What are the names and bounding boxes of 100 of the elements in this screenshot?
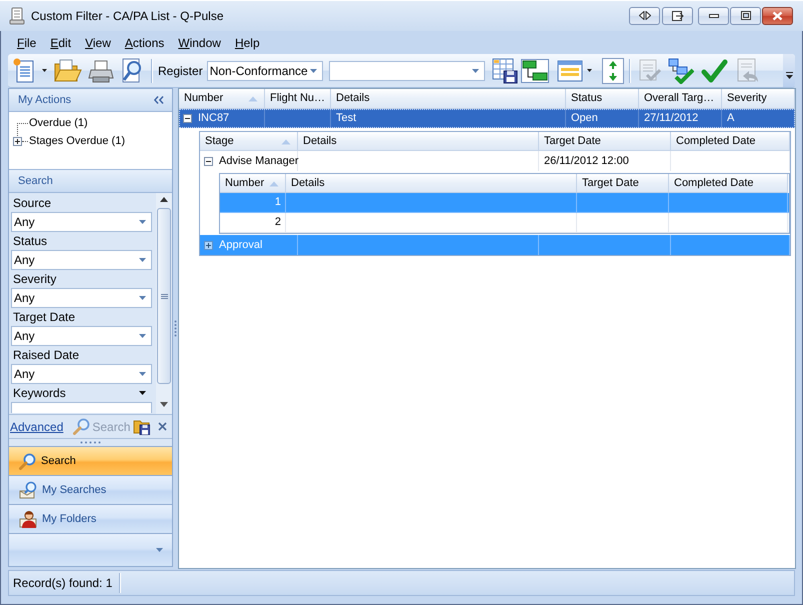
maximize-button[interactable] [730,6,761,24]
dropdown[interactable]: Any [11,250,152,270]
column-header[interactable]: Details [331,89,566,109]
panel-title: My Actions [18,92,72,108]
dropdown-arrow-icon [139,220,146,224]
menu-item[interactable]: File [10,34,44,52]
dropdown-arrow-icon [139,296,146,300]
menu-item[interactable]: Actions [118,34,172,52]
caret-icon[interactable] [586,69,592,72]
navigation-button[interactable]: My Searches [9,475,172,504]
table-cell-text: 27/11/2012 [644,111,698,126]
column-header[interactable]: Details [286,174,577,193]
column-header[interactable]: Target Date [577,174,669,193]
table-cell-text: Test [336,111,356,126]
panel-title: Search [18,174,53,189]
caret-icon[interactable] [139,391,146,395]
status-text: Record(s) found: 1 [13,575,112,592]
vertical-grip-icon[interactable] [174,320,177,337]
dropdown[interactable]: Any [11,288,152,308]
field-label: Source [13,195,52,212]
register-dropdown[interactable]: Non-Conformance [206,60,323,80]
minimize-icon [708,14,718,18]
flowchart-check-icon[interactable] [668,58,694,84]
tree-item[interactable]: Overdue (1) [29,114,88,132]
field-label: Raised Date [13,347,80,364]
close-icon [772,10,783,20]
dropdown-arrow-icon [139,372,146,376]
column-header[interactable]: Target Date [539,132,671,151]
split-view-button[interactable] [629,6,660,24]
collapse-chevron-icon[interactable] [154,96,164,104]
window-arrow-button[interactable] [662,6,693,24]
sort-ascending-icon [269,181,279,187]
sort-ascending-icon [248,96,258,102]
overflow-icon [786,72,792,79]
document-icon [9,6,25,24]
column-header[interactable]: Status [566,89,639,109]
column-header[interactable]: Overall Targ… [639,89,722,109]
menu-item[interactable]: Window [171,34,228,52]
hierarchy-icon[interactable] [520,58,549,82]
arrows-left-right-icon [638,11,650,20]
tree-item[interactable]: Stages Overdue (1) [29,132,125,150]
column-header[interactable]: Number [179,89,265,109]
caret-icon[interactable] [42,69,47,72]
person-icon [19,510,37,528]
field-label: Keywords [13,385,66,402]
folder-floppy-icon[interactable] [133,418,150,435]
sort-ascending-icon [281,139,291,145]
keywords-input[interactable] [11,402,152,413]
column-header[interactable]: Completed Date [671,132,790,151]
column-header[interactable]: Number [220,174,286,193]
column-header[interactable]: Flight Nu… [265,89,331,109]
menu-item[interactable]: Edit [43,34,78,52]
close-icon[interactable] [158,422,167,431]
dropdown-arrow-icon [472,68,479,72]
menu-item[interactable]: Help [228,34,267,52]
window-title: Custom Filter - CA/PA List - Q-Pulse [31,8,224,24]
magnifier-document-icon[interactable] [120,58,144,84]
dropdown[interactable]: Any [11,212,152,232]
table-cell-text: 2 [274,215,281,230]
scrollbar-thumb[interactable] [157,208,171,384]
minus-box-icon[interactable] [183,114,192,123]
open-folder-icon[interactable] [54,58,82,84]
table-floppy-icon[interactable] [492,58,518,84]
minus-box-icon[interactable] [204,156,213,166]
printer-icon[interactable] [88,58,114,82]
table-cell-text: Approval [219,238,262,253]
dropdown-arrow-icon [139,334,146,338]
table-row[interactable]: INC87 Test Open 27/11/2012 A [179,109,795,128]
table-cell-text: 1 [274,195,281,210]
table-cell-text: Advise Manager [219,154,298,169]
check-icon[interactable] [700,58,728,82]
dropdown[interactable]: Any [11,364,152,384]
dropdown-arrow-icon [139,258,146,262]
search-icon [19,452,36,470]
overflow-menu-icon[interactable] [156,548,163,552]
column-header[interactable]: Stage [200,132,298,151]
menu-item[interactable]: View [78,34,118,52]
dropdown[interactable]: Any [11,326,152,346]
table-cell-text: A [727,111,734,126]
magnifier-envelope-icon [19,481,37,499]
register-label: Register [158,62,203,80]
table-cell-text: INC87 [198,111,230,126]
maximize-icon [740,11,750,20]
up-down-arrows-icon[interactable] [602,58,624,84]
column-header[interactable]: Completed Date [669,174,788,193]
table-row[interactable]: 2 [220,213,789,233]
minimize-button[interactable] [698,6,729,24]
navigation-button[interactable]: Search [9,446,172,475]
scrollbar[interactable] [156,193,172,414]
plus-box-icon[interactable] [13,136,22,146]
column-header[interactable]: Severity [722,89,795,109]
field-label: Target Date [13,309,76,326]
window-list-icon[interactable] [556,58,583,82]
toolbar-overflow-button[interactable] [783,54,795,87]
close-button[interactable] [762,6,793,24]
column-header[interactable]: Details [298,132,539,151]
advanced-link[interactable]: Advanced [10,418,64,436]
grip-icon[interactable] [80,441,101,444]
table-cell-text: Open [571,111,598,126]
navigation-button[interactable]: My Folders [9,504,172,533]
